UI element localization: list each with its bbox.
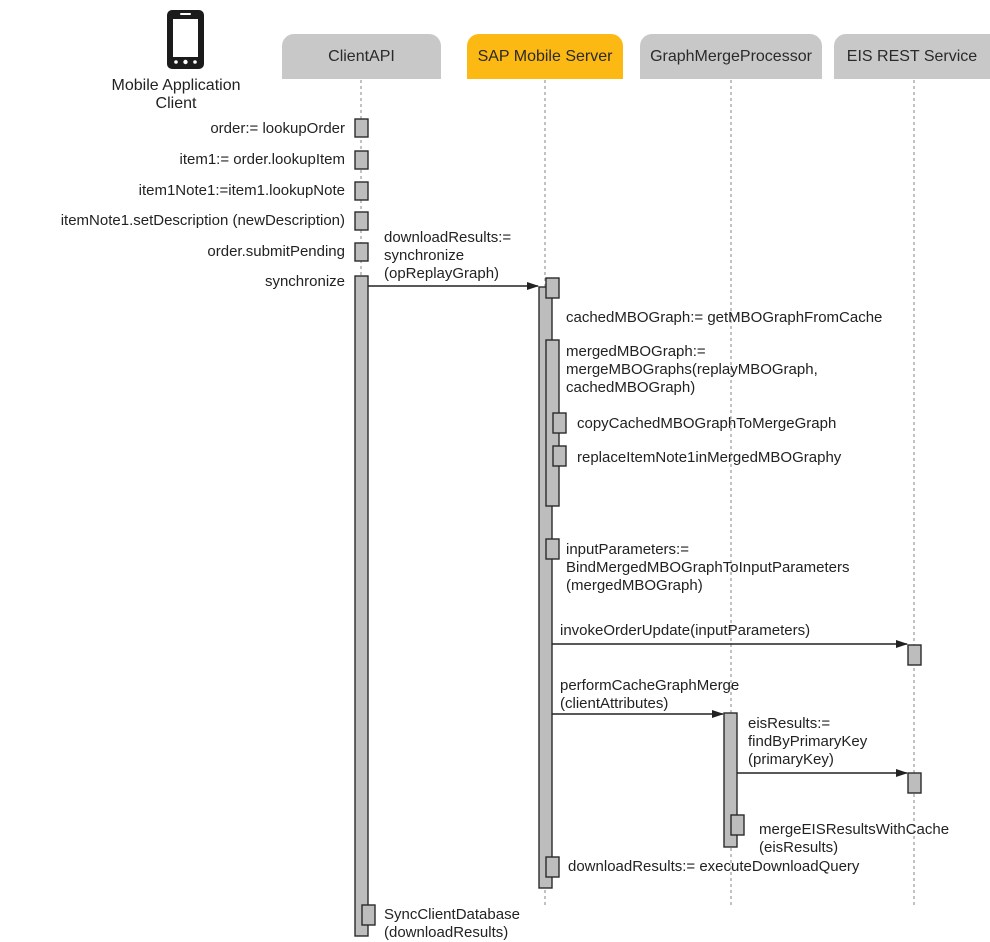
activation-submit-pending (354, 242, 369, 262)
actor-label-mobile-client: Mobile Application Client (111, 77, 241, 112)
msg-download-results: downloadResults:= synchronize (opReplayG… (384, 229, 512, 282)
call-lookup-note: item1Note1:=item1.lookupNote (138, 182, 345, 199)
call-set-description: itemNote1.setDescription (newDescription… (60, 212, 345, 229)
msg-execute-download: downloadResults:= executeDownloadQuery (568, 858, 860, 875)
activation-merge-eis (730, 814, 745, 836)
actor-header-graph-merge-processor: GraphMergeProcessor (640, 34, 822, 79)
activation-note-lookup (354, 181, 369, 201)
diagram-canvas (167, 10, 922, 937)
msg-sync-db: SyncClientDatabase (downloadResults) (384, 906, 520, 941)
msg-replace-note: replaceItemNote1inMergedMBOGraphy (577, 449, 842, 466)
activation-eis-invoke (907, 644, 922, 666)
msg-merged-graph: mergedMBOGraph:= mergeMBOGraphs(replayMB… (566, 343, 818, 396)
call-synchronize: synchronize (264, 273, 345, 290)
msg-eis-results: eisResults:= findByPrimaryKey (primaryKe… (748, 715, 868, 768)
activation-order-lookup (354, 118, 369, 138)
actor-header-sap-mobile-server: SAP Mobile Server (467, 34, 623, 79)
activation-input-params (545, 538, 560, 560)
call-lookup-order: order:= lookupOrder (210, 120, 345, 137)
msg-cached-graph: cachedMBOGraph:= getMBOGraphFromCache (566, 309, 883, 326)
activation-sync-client-db (361, 904, 376, 926)
activation-item-lookup (354, 150, 369, 170)
activation-copy-cached (552, 412, 567, 434)
actor-header-eis-rest-service: EIS REST Service (834, 34, 990, 79)
msg-merge-eis: mergeEISResultsWithCache (eisResults) (759, 821, 950, 856)
actor-header-client-api: ClientAPI (282, 34, 441, 79)
msg-copy-cached: copyCachedMBOGraphToMergeGraph (577, 415, 837, 432)
activation-execute-download (545, 856, 560, 878)
msg-input-params: inputParameters:= BindMergedMBOGraphToIn… (566, 541, 850, 594)
msg-invoke-update: invokeOrderUpdate(inputParameters) (560, 622, 811, 639)
mobile-phone-icon (167, 10, 204, 69)
activation-synchronize (354, 275, 369, 937)
activation-set-description (354, 211, 369, 231)
activation-replace-note (552, 445, 567, 467)
activation-server-receive (545, 277, 560, 299)
activation-eis-find (907, 772, 922, 794)
call-lookup-item: item1:= order.lookupItem (179, 151, 345, 168)
sequence-diagram: ClientAPI SAP Mobile Server GraphMergePr… (0, 0, 990, 941)
msg-perform-merge: performCacheGraphMerge (clientAttributes… (560, 677, 740, 712)
call-submit-pending: order.submitPending (207, 243, 345, 260)
